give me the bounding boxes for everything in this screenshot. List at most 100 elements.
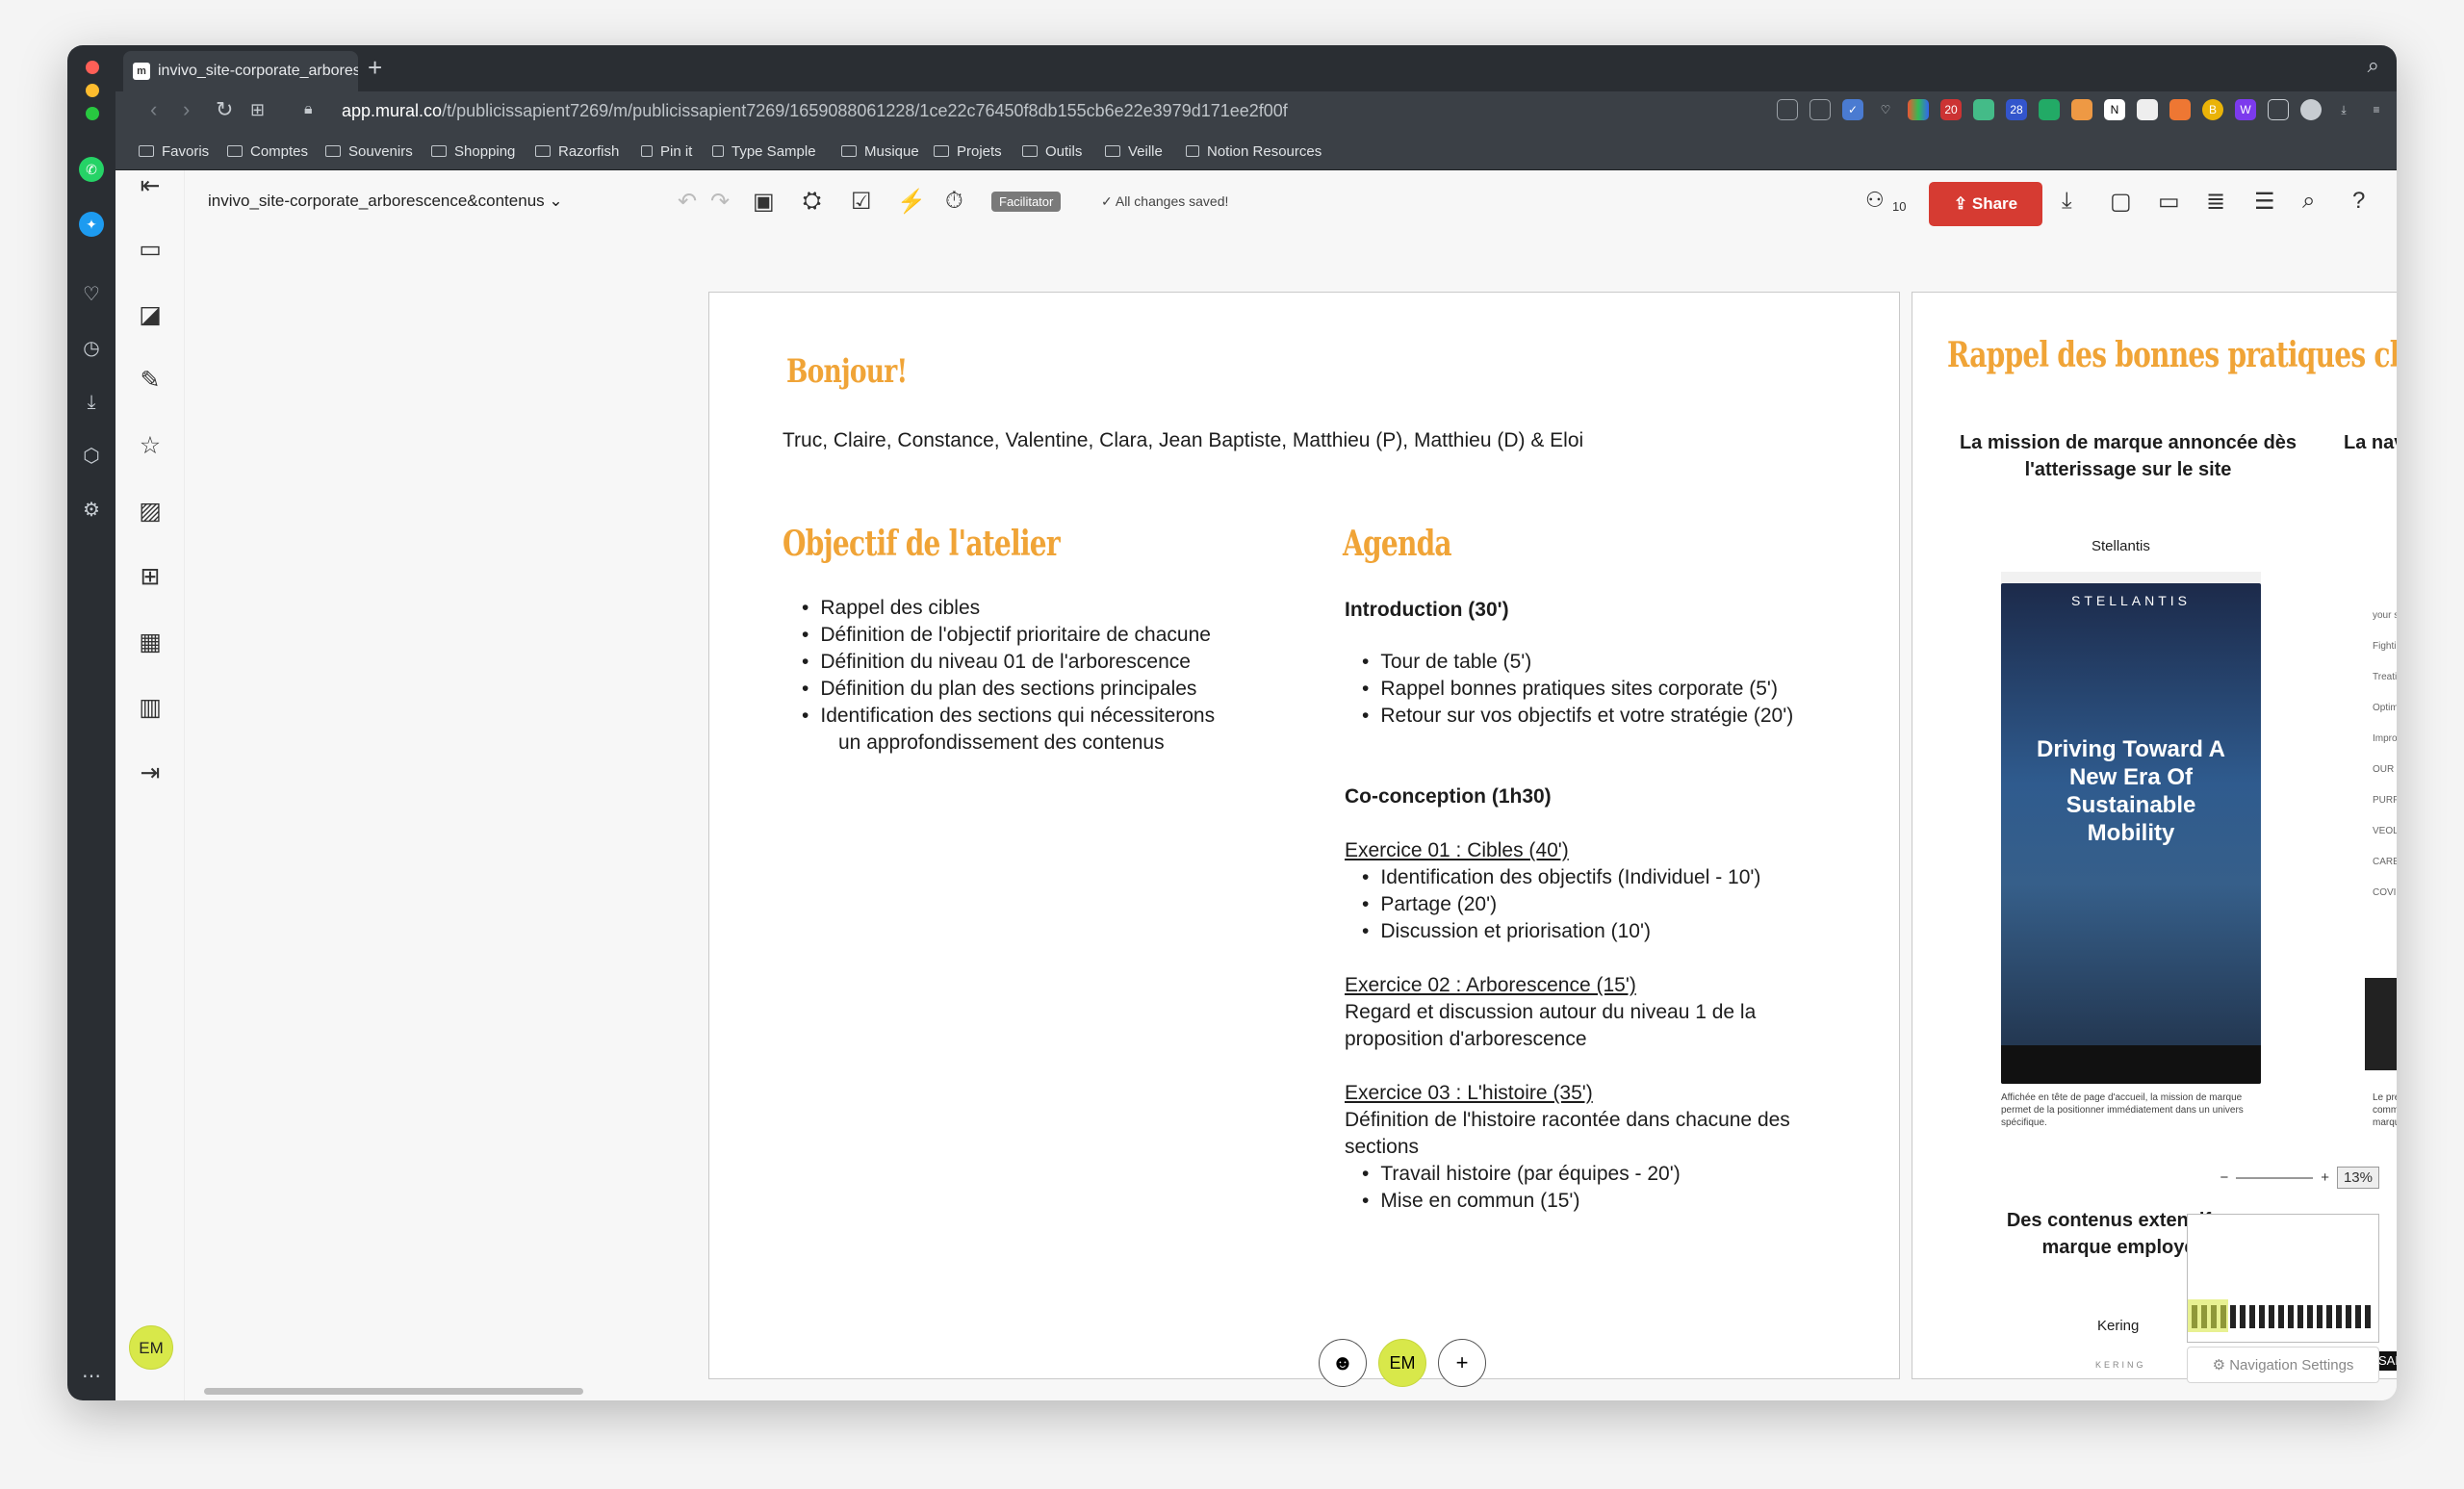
pin-ext-icon[interactable]: [2039, 99, 2060, 120]
heart-ext-icon[interactable]: ♡: [1875, 99, 1896, 120]
library-icon[interactable]: ▥: [135, 692, 166, 723]
agenda-item: Identification des objectifs (Individuel…: [1362, 864, 1793, 891]
bookmark-folder[interactable]: Souvenirs: [325, 143, 413, 160]
shield-ext-icon[interactable]: ✓: [1842, 99, 1863, 120]
invite-plus-icon[interactable]: +: [1438, 1339, 1486, 1387]
laser-pointer-icon[interactable]: ⚡: [897, 188, 926, 216]
back-icon[interactable]: ‹: [150, 97, 157, 122]
activity-icon[interactable]: ≣: [2206, 188, 2225, 216]
twitter-icon[interactable]: ✦: [79, 212, 104, 237]
tab-active[interactable]: m invivo_site-corporate_arboresc: [123, 51, 358, 91]
mural-title[interactable]: invivo_site-corporate_arborescence&conte…: [208, 192, 563, 211]
sticky-note-icon[interactable]: ▭: [135, 234, 166, 265]
image-icon[interactable]: ▨: [135, 496, 166, 526]
zoom-in-icon[interactable]: +: [2321, 1169, 2329, 1186]
new-tab-icon[interactable]: +: [368, 53, 382, 83]
workshop-card[interactable]: Bonjour! Truc, Claire, Constance, Valent…: [708, 292, 1900, 1379]
bookmark-folder[interactable]: Outils: [1022, 143, 1082, 160]
outline-list-icon[interactable]: ☰: [2254, 188, 2275, 216]
private-mode-icon[interactable]: ⛭: [803, 188, 821, 215]
bookmark-folder[interactable]: Comptes: [227, 143, 308, 160]
maximize-window-button[interactable]: [86, 107, 99, 120]
share-ext-icon[interactable]: [1777, 99, 1798, 120]
cube-ext-icon[interactable]: [2268, 99, 2289, 120]
bookmark-folder[interactable]: Projets: [934, 143, 1002, 160]
minimize-window-button[interactable]: [86, 84, 99, 97]
bookmark-folder[interactable]: Veille: [1105, 143, 1163, 160]
star-icon[interactable]: ☆: [135, 430, 166, 461]
mural-app: ⇤ ▭ ◪ ✎ ☆ ▨ ⊞ ▦ ▥ ⇥ EM invivo_site-corpo…: [116, 170, 2397, 1400]
bookmark-link[interactable]: Notion Resources: [1186, 143, 1322, 160]
zoom-level[interactable]: 13%: [2336, 1167, 2379, 1189]
leaf-ext-icon[interactable]: [1973, 99, 1994, 120]
share-button[interactable]: ⇪ Share: [1929, 182, 2042, 226]
tab-search-icon[interactable]: ⌕: [2368, 53, 2379, 78]
minimap[interactable]: [2187, 1214, 2379, 1343]
counter-ext-icon[interactable]: 28: [2006, 99, 2027, 120]
chat-icon[interactable]: ▭: [2158, 188, 2180, 216]
profile-icon[interactable]: [2300, 99, 2322, 120]
export-icon[interactable]: ⤓: [2062, 188, 2072, 215]
close-window-button[interactable]: [86, 61, 99, 74]
horizontal-scrollbar[interactable]: [204, 1388, 583, 1395]
tiles-ext-icon[interactable]: [2071, 99, 2092, 120]
fox-ext-icon[interactable]: [2169, 99, 2191, 120]
bookmark-folder[interactable]: Shopping: [431, 143, 515, 160]
extensions-bar: ✓ ♡ 20 28 N B W ⤓ ≡: [1777, 99, 2387, 120]
settings-gear-icon[interactable]: ⚙: [79, 498, 104, 523]
undo-icon[interactable]: ↶: [678, 188, 697, 216]
box-icon[interactable]: ⬡: [79, 444, 104, 469]
stellantis-label: Stellantis: [2092, 538, 2150, 554]
frames-icon[interactable]: ⊞: [135, 561, 166, 592]
mural-canvas[interactable]: Bonjour! Truc, Claire, Constance, Valent…: [185, 238, 2397, 1400]
help-icon[interactable]: ?: [2352, 188, 2365, 215]
facilitator-badge[interactable]: Facilitator: [991, 192, 1062, 212]
zoom-out-icon[interactable]: −: [2220, 1169, 2228, 1186]
bookmark-folder[interactable]: Razorfish: [535, 143, 619, 160]
downloads-icon[interactable]: ⤓: [2333, 99, 2354, 120]
cup-ext-icon[interactable]: [2137, 99, 2158, 120]
comments-icon[interactable]: ▢: [2110, 188, 2132, 216]
table-icon[interactable]: ▦: [135, 627, 166, 657]
menu-icon[interactable]: ≡: [2366, 99, 2387, 120]
tools-sidebar: ⇤ ▭ ◪ ✎ ☆ ▨ ⊞ ▦ ▥ ⇥ EM: [116, 170, 185, 1400]
zoom-slider[interactable]: [2236, 1176, 2314, 1179]
history-icon[interactable]: ◷: [79, 336, 104, 361]
redo-icon[interactable]: ↷: [710, 188, 730, 216]
badge-ext-icon[interactable]: 20: [1940, 99, 1962, 120]
navigation-settings-button[interactable]: ⚙ Navigation Settings: [2187, 1347, 2379, 1383]
w-ext-icon[interactable]: W: [2235, 99, 2256, 120]
bitcoin-ext-icon[interactable]: B: [2202, 99, 2223, 120]
heart-icon[interactable]: ♡: [79, 282, 104, 307]
outline-icon[interactable]: ▣: [753, 188, 775, 216]
pen-icon[interactable]: ✎: [135, 365, 166, 396]
bookmark-link[interactable]: Pin it: [641, 143, 692, 160]
camera-ext-icon[interactable]: [1810, 99, 1831, 120]
import-icon[interactable]: ⇥: [135, 757, 166, 788]
search-icon[interactable]: ⌕: [2302, 188, 2315, 215]
timer-icon[interactable]: ⏱: [945, 188, 963, 215]
forward-icon[interactable]: ›: [183, 97, 190, 122]
shapes-icon[interactable]: ◪: [135, 299, 166, 330]
bookmark-link[interactable]: Type Sample: [712, 143, 816, 160]
exit-icon[interactable]: ⇤: [135, 170, 166, 201]
whatsapp-icon[interactable]: ✆: [79, 157, 104, 182]
voting-icon[interactable]: ☑: [851, 188, 872, 216]
more-icon[interactable]: ⋯: [79, 1364, 104, 1389]
navigation-heading: La navigatiomissi: [2344, 432, 2397, 453]
reload-icon[interactable]: ↻: [216, 97, 233, 122]
chevron-down-icon[interactable]: ⌄: [549, 192, 562, 210]
notion-ext-icon[interactable]: N: [2104, 99, 2125, 120]
presence-avatar[interactable]: EM: [1378, 1339, 1426, 1387]
bookmark-folder[interactable]: Favoris: [139, 143, 209, 160]
participants-icon[interactable]: ⚇: [1865, 188, 1885, 213]
download-icon[interactable]: ⤓: [79, 390, 104, 415]
reactions-icon[interactable]: ☻: [1319, 1339, 1367, 1387]
grid-icon[interactable]: ⊞: [250, 100, 265, 120]
objectif-item: Identification des sections qui nécessit…: [802, 703, 1215, 730]
url-field[interactable]: app.mural.co/t/publicissapient7269/m/pub…: [342, 101, 1288, 121]
user-avatar[interactable]: EM: [129, 1325, 173, 1370]
minimap-viewport[interactable]: [2188, 1299, 2228, 1332]
color-ext-icon[interactable]: [1908, 99, 1929, 120]
bookmark-folder[interactable]: Musique: [841, 143, 919, 160]
